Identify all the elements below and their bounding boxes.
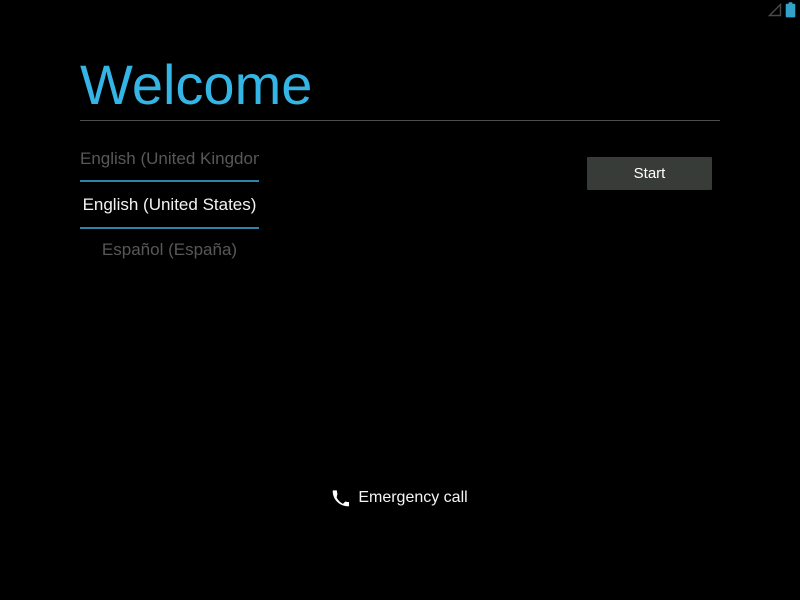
- page-title: Welcome: [80, 53, 313, 116]
- start-button[interactable]: Start: [587, 157, 712, 190]
- welcome-screen: Welcome English (United Kingdom) English…: [0, 0, 800, 600]
- locale-option-next[interactable]: Español (España): [80, 229, 259, 271]
- status-bar-icons: [767, 2, 796, 18]
- emergency-call-button[interactable]: Emergency call: [0, 488, 800, 508]
- emergency-call-label: Emergency call: [358, 489, 468, 506]
- phone-icon: [332, 489, 350, 507]
- locale-picker[interactable]: English (United Kingdom) English (United…: [80, 138, 259, 271]
- status-bar: [0, 0, 800, 20]
- signal-no-bars-icon: [767, 2, 782, 17]
- locale-option-selected[interactable]: English (United States): [80, 180, 259, 229]
- title-divider: [80, 120, 720, 121]
- battery-full-icon: [785, 2, 796, 18]
- locale-option-previous[interactable]: English (United Kingdom): [80, 138, 259, 180]
